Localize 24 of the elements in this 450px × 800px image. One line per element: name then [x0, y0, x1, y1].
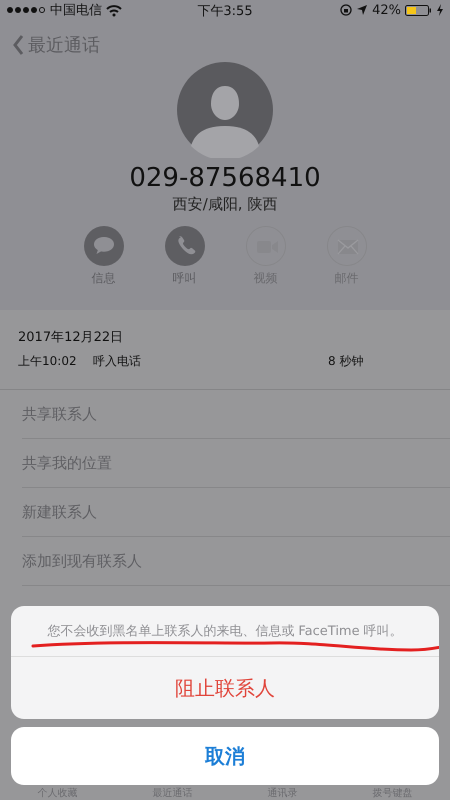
carrier-name: 中国电信 [50, 2, 102, 19]
call-type: 呼入电话 [93, 353, 142, 370]
status-time: 下午3:55 [197, 3, 253, 20]
avatar-placeholder-icon [177, 62, 273, 158]
menu-item[interactable]: 共享我的位置 [22, 454, 112, 472]
call-date: 2017年12月22日 [18, 330, 124, 345]
menu-item[interactable]: 共享联系人 [22, 404, 97, 424]
call-time: 上午10:02 [18, 353, 78, 370]
sheet-message: 您不会收到黑名单上联系人的来电、信息或 FaceTime 呼叫。 [47, 623, 403, 640]
call-duration: 8 秒钟 [328, 353, 364, 370]
block-contact-button[interactable]: 阻止联系人 [11, 657, 439, 719]
cancel-button[interactable]: 取消 [11, 727, 439, 785]
charging-icon [436, 4, 444, 16]
back-chevron-icon [12, 34, 24, 56]
menu-item[interactable]: 新建联系人 [22, 502, 97, 522]
wifi-icon [106, 4, 122, 16]
location-arrow-icon [356, 4, 368, 16]
battery-icon [405, 4, 432, 16]
rotation-lock-icon [340, 4, 352, 16]
battery-percent: 42% [372, 2, 401, 18]
phone-number: 029-87568410 [129, 163, 321, 193]
location-text: 西安/咸阳, 陕西 [172, 195, 278, 213]
menu-item[interactable]: 添加到现有联系人 [22, 552, 142, 570]
signal-icon [6, 5, 46, 15]
